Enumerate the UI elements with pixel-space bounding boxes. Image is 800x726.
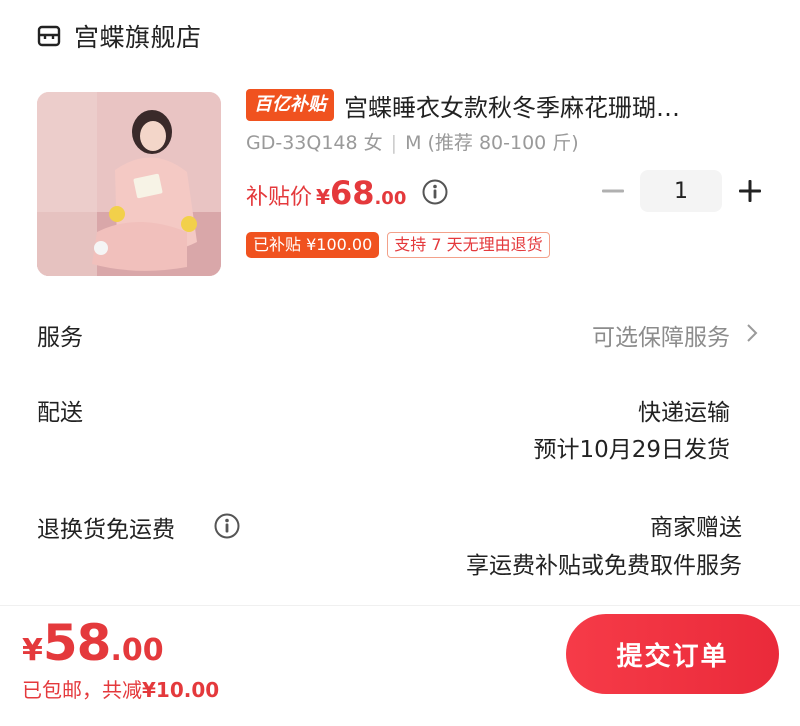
product-image[interactable] <box>37 92 221 276</box>
sku-row[interactable]: GD-33Q148 女 | M (推荐 80-100 斤) <box>246 128 579 155</box>
total-decimal: .00 <box>110 633 164 668</box>
delivery-method: 快递运输 <box>638 400 730 426</box>
sku-separator: | <box>390 132 398 154</box>
chevron-right-icon[interactable] <box>745 322 759 344</box>
total-currency: ¥ <box>22 633 43 668</box>
price-integer: 68 <box>329 174 375 212</box>
return-shipping-label: 退换货免运费 <box>37 517 175 543</box>
subsidy-tag: 百亿补贴 <box>246 89 334 121</box>
badge-row: 已补贴 ¥100.00 支持 7 天无理由退货 <box>246 232 550 258</box>
price-row: 补贴价 ¥ 68 .00 <box>246 174 406 212</box>
quantity-value: 1 <box>674 178 688 204</box>
sku-size: M (推荐 80-100 斤) <box>405 132 579 154</box>
delivery-eta: 预计10月29日发货 <box>533 437 730 463</box>
product-title[interactable]: 宫蝶睡衣女款秋冬季麻花珊瑚… <box>344 88 680 123</box>
total-note-prefix: 已包邮，共减 <box>22 678 142 702</box>
total-price: ¥ 58 .00 <box>22 614 164 672</box>
subsidized-badge: 已补贴 ¥100.00 <box>246 232 380 258</box>
submit-order-button[interactable]: 提交订单 <box>566 614 779 694</box>
total-discount: ¥10.00 <box>142 678 220 702</box>
sku-code: GD-33Q148 女 <box>246 132 383 154</box>
return-shipping-detail: 享运费补贴或免费取件服务 <box>466 553 742 579</box>
return-policy-badge: 支持 7 天无理由退货 <box>387 232 550 258</box>
store-name: 宫蝶旗舰店 <box>74 23 202 52</box>
total-note: 已包邮，共减¥10.00 <box>22 674 219 703</box>
price-currency: ¥ <box>316 185 330 209</box>
info-icon[interactable] <box>421 178 449 206</box>
quantity-decrease-icon[interactable] <box>598 176 628 206</box>
store-icon <box>37 25 61 47</box>
delivery-label: 配送 <box>37 400 83 426</box>
price-label: 补贴价 <box>246 185 313 210</box>
quantity-increase-icon[interactable] <box>735 176 765 206</box>
return-shipping-value: 商家赠送 <box>650 515 742 541</box>
info-icon[interactable] <box>213 512 241 540</box>
product-title-row[interactable]: 百亿补贴 宫蝶睡衣女款秋冬季麻花珊瑚… <box>246 86 766 124</box>
store-header[interactable]: 宫蝶旗舰店 <box>36 16 202 56</box>
service-label: 服务 <box>37 325 83 351</box>
service-option[interactable]: 可选保障服务 <box>592 318 730 352</box>
total-integer: 58 <box>42 614 112 672</box>
quantity-input[interactable]: 1 <box>640 170 722 212</box>
price-decimal: .00 <box>374 188 407 209</box>
product-photo <box>37 92 221 276</box>
